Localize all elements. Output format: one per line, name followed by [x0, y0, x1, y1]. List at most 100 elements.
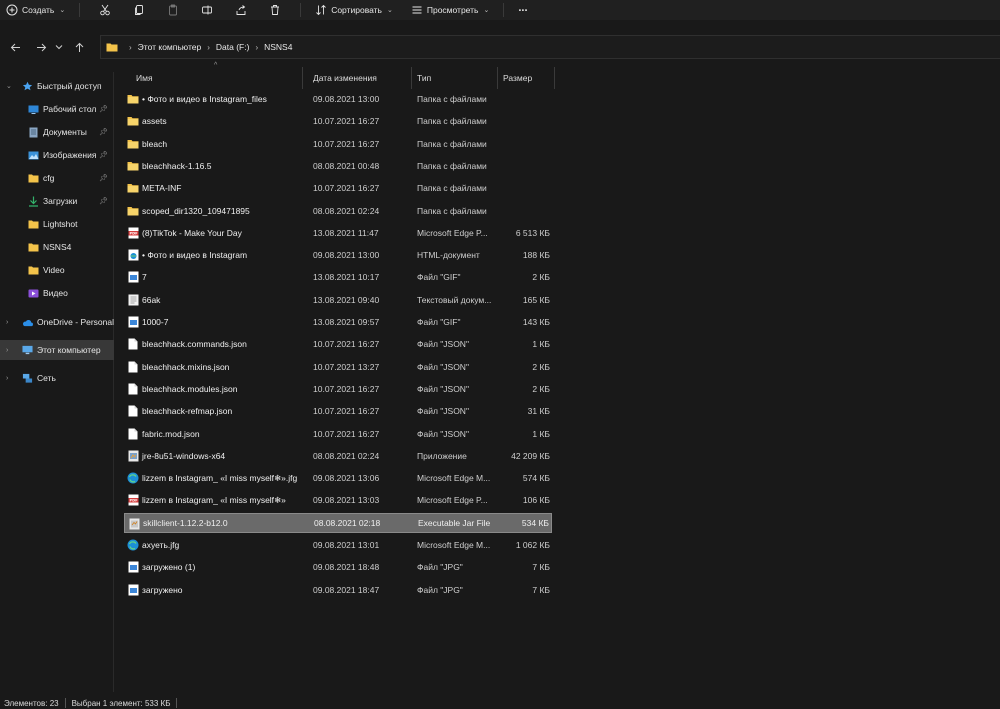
file-row[interactable]: scoped_dir1320_109471895 08.08.2021 02:24…: [124, 201, 552, 221]
chevron-down-icon: [55, 45, 63, 50]
breadcrumb-separator: ›: [207, 42, 210, 52]
breadcrumb-current-folder[interactable]: NSNS4: [264, 42, 292, 52]
paste-icon: [169, 4, 178, 16]
cloud-icon: [22, 317, 33, 328]
column-divider[interactable]: [497, 67, 498, 89]
file-row[interactable]: bleachhack.modules.json 10.07.2021 16:27 Ф…: [124, 379, 552, 399]
address-bar[interactable]: › Этот компьютер › Data (F:) › NSNS4: [100, 35, 1000, 59]
file-name: lizzem в Instagram_ «I miss myself❄»: [142, 494, 286, 505]
file-date-modified: 09.08.2021 13:06: [313, 473, 380, 484]
sidebar-quick-access[interactable]: ⌄ Быстрый доступ: [0, 76, 114, 96]
file-name: 66ak: [142, 294, 161, 305]
file-row[interactable]: bleachhack-1.16.5 08.08.2021 00:48 Папка с…: [124, 156, 552, 176]
file-date-modified: 09.08.2021 18:48: [313, 562, 380, 573]
file-row[interactable]: загружено (1) 09.08.2021 18:48 Файл "JPG" 7…: [124, 557, 552, 577]
sort-button[interactable]: Сортировать ⌄: [309, 0, 399, 20]
column-divider[interactable]: [411, 67, 412, 89]
file-row[interactable]: META-INF 10.07.2021 16:27 Папка с файлами: [124, 178, 552, 198]
sidebar-item-downloads[interactable]: Загрузки 📌︎: [0, 191, 114, 211]
file-type: Microsoft Edge P...: [417, 227, 488, 238]
file-date-modified: 10.07.2021 16:27: [313, 339, 380, 350]
sidebar-item-nsns4[interactable]: NSNS4: [0, 237, 114, 257]
chevron-right-icon[interactable]: ›: [6, 319, 8, 326]
file-row[interactable]: bleachhack.mixins.json 10.07.2021 13:27 Фа…: [124, 357, 552, 377]
file-type: Приложение: [417, 450, 467, 461]
chevron-down-icon: ⌄: [59, 7, 66, 14]
file-size: 574 КБ: [522, 473, 550, 484]
file-row[interactable]: • Фото и видео в Instagram 09.08.2021 13:…: [124, 245, 552, 265]
delete-button[interactable]: [258, 0, 292, 20]
file-size: 165 КБ: [522, 294, 550, 305]
file-name: bleachhack-1.16.5: [142, 160, 212, 171]
up-button[interactable]: [68, 36, 90, 58]
sidebar-item-video-folder[interactable]: Video: [0, 260, 114, 280]
file-row[interactable]: • Фото и видео в Instagram_files 09.08.20…: [124, 89, 552, 109]
view-label: Просмотреть: [426, 5, 479, 15]
column-header-date[interactable]: Дата изменения: [313, 68, 377, 88]
videos-icon: [28, 288, 39, 299]
sidebar-item-desktop[interactable]: Рабочий стол 📌︎: [0, 99, 114, 119]
network-icon: [22, 373, 33, 384]
file-row[interactable]: bleach 10.07.2021 16:27 Папка с файлами: [124, 134, 552, 154]
column-header-size[interactable]: Размер: [503, 68, 532, 88]
file-row[interactable]: ахуеть.jfg 09.08.2021 13:01 Microsoft Edge…: [124, 535, 552, 555]
file-type: Папка с файлами: [417, 138, 487, 149]
file-row[interactable]: 7 13.08.2021 10:17 Файл "GIF" 2 КБ: [124, 267, 552, 287]
file-row[interactable]: PDF lizzem в Instagram_ «I miss myself❄» 0…: [124, 490, 552, 510]
file-size: 31 КБ: [527, 406, 550, 417]
column-header-name[interactable]: Имя: [136, 68, 153, 88]
sidebar-onedrive[interactable]: › OneDrive - Personal: [0, 312, 114, 332]
sidebar-this-pc[interactable]: › Этот компьютер: [0, 340, 114, 360]
cut-button[interactable]: [88, 0, 122, 20]
file-type: Файл "JSON": [417, 428, 469, 439]
file-row[interactable]: bleachhack-refmap.json 10.07.2021 16:27 Фа…: [124, 401, 552, 421]
recent-locations-button[interactable]: [52, 36, 66, 58]
selection-info: Выбран 1 элемент: 533 КБ: [71, 698, 171, 708]
chevron-down-icon: ⌄: [483, 7, 490, 14]
sidebar-item-videos[interactable]: Видео: [0, 283, 114, 303]
file-name: skillclient-1.12.2-b12.0: [143, 517, 228, 528]
create-button[interactable]: Создать ⌄: [0, 0, 71, 20]
paste-button[interactable]: [156, 0, 190, 20]
file-row[interactable]: lizzem в Instagram_ «I miss myself❄».jfg…: [124, 468, 552, 488]
file-row[interactable]: 1000-7 13.08.2021 09:57 Файл "GIF" 143 КБ: [124, 312, 552, 332]
breadcrumb-drive[interactable]: Data (F:): [216, 42, 250, 52]
chevron-right-icon[interactable]: ›: [6, 375, 8, 382]
share-button[interactable]: [224, 0, 258, 20]
sidebar-item-lightshot[interactable]: Lightshot: [0, 214, 114, 234]
file-row[interactable]: skillclient-1.12.2-b12.0 08.08.2021 02:18…: [124, 512, 552, 533]
file-row[interactable]: bleachhack.commands.json 10.07.2021 16:27…: [124, 334, 552, 354]
file-type: Файл "JPG": [417, 562, 463, 573]
column-divider[interactable]: [302, 67, 303, 89]
navigation-pane: ⌄ Быстрый доступ Рабочий стол 📌︎ Докумен…: [0, 72, 114, 692]
scissors-icon: [100, 4, 110, 16]
file-date-modified: 10.07.2021 16:27: [313, 116, 380, 127]
folder-icon: [127, 205, 139, 217]
copy-button[interactable]: [122, 0, 156, 20]
file-row[interactable]: fabric.mod.json 10.07.2021 16:27 Файл "JSO…: [124, 424, 552, 444]
breadcrumb-this-pc[interactable]: Этот компьютер: [138, 42, 202, 52]
more-button[interactable]: ...: [512, 0, 533, 20]
file-row[interactable]: jre-8u51-windows-x64 08.08.2021 02:24 Прил…: [124, 446, 552, 466]
sidebar-item-cfg[interactable]: cfg 📌︎: [0, 168, 114, 188]
file-type: Папка с файлами: [417, 116, 487, 127]
sidebar-item-pictures[interactable]: Изображения 📌︎: [0, 145, 114, 165]
column-header-type[interactable]: Тип: [417, 68, 431, 88]
chevron-right-icon[interactable]: ›: [6, 347, 8, 354]
column-header-label: Тип: [417, 73, 432, 83]
sidebar-item-documents[interactable]: Документы 📌︎: [0, 122, 114, 142]
forward-button[interactable]: [30, 36, 52, 58]
file-row[interactable]: загружено 09.08.2021 18:47 Файл "JPG" 7 КБ: [124, 580, 552, 600]
file-row[interactable]: PDF (8)TikTok - Make Your Day 13.08.2021 1…: [124, 223, 552, 243]
back-button[interactable]: [4, 36, 26, 58]
pin-icon: 📌︎: [99, 198, 108, 205]
sidebar-network[interactable]: › Сеть: [0, 368, 114, 388]
file-row[interactable]: assets 10.07.2021 16:27 Папка с файлами: [124, 111, 552, 131]
column-divider[interactable]: [554, 67, 555, 89]
file-size: 2 КБ: [532, 272, 550, 283]
chevron-down-icon[interactable]: ⌄: [6, 82, 12, 90]
rename-button[interactable]: [190, 0, 224, 20]
toolbar-divider: [300, 3, 302, 17]
file-row[interactable]: 66ak 13.08.2021 09:40 Текстовый докум... 16…: [124, 290, 552, 310]
view-button[interactable]: Просмотреть ⌄: [405, 0, 495, 20]
